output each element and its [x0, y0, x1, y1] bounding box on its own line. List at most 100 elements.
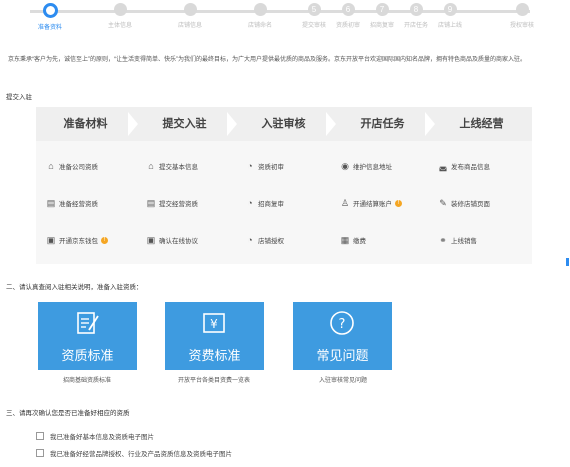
info-badge: ! — [395, 199, 402, 207]
phase-submit: 提交入驻 — [162, 118, 207, 130]
step-marker: 5 — [307, 3, 321, 16]
step-label: 主体信息 — [107, 23, 132, 29]
checkbox[interactable] — [36, 432, 44, 440]
info-badge: ! — [101, 236, 108, 244]
phase-review: 入驻审核 — [261, 118, 306, 130]
process-panel: 准备材料 提交入驻 入驻审核 开店任务 上线经营 ⌂ 准备公司资质 ▤ 准备经营… — [36, 107, 532, 264]
task-decorate-shop: ✎ 装修店铺页面 — [438, 198, 490, 208]
task-label: 准备经营资质 — [59, 201, 98, 208]
card-title: 资费标准 — [188, 348, 241, 363]
task-open-wallet[interactable]: ▣ 开通京东钱包 ! — [46, 235, 108, 245]
card-faq[interactable]: ? 常见问题 — [293, 302, 392, 370]
progress-stepper: 准备资料 主体信息 店铺信息 店铺命名 5 提交审核 6 资质初审 7 招商复审… — [0, 0, 560, 40]
card-qualification-standard[interactable]: 资质标准 — [38, 302, 137, 370]
task-second-review: ◔ 招商复审 — [245, 198, 284, 208]
task-label: 准备公司资质 — [59, 164, 98, 171]
section-title-confirm: 三、请再次确认您是否已准备好相应的资质 — [6, 410, 130, 417]
card-caption[interactable]: 招商基础资质标准 — [22, 375, 152, 384]
location-icon: ◉ — [341, 161, 349, 171]
task-label: 发布商品信息 — [451, 164, 490, 171]
pin-icon: ✎ — [439, 198, 447, 208]
task-label: 招商复审 — [258, 201, 284, 208]
card-fee-standard[interactable]: ¥ 资费标准 — [165, 302, 264, 370]
task-go-online: ⚭ 上线销售 — [438, 235, 477, 245]
step-marker: 8 — [409, 3, 423, 16]
fee-icon: ▦ — [340, 235, 350, 245]
step-label: 店铺上线 — [437, 23, 462, 29]
step-2: 主体信息 — [92, 3, 148, 29]
task-shop-authorize: ◔ 店铺授权 — [245, 235, 284, 245]
scroll-indicator — [566, 258, 569, 266]
task-open-settlement[interactable]: ♙ 开通结算账户 ! — [340, 198, 402, 208]
user-icon: ♙ — [340, 198, 350, 208]
question-icon: ? — [330, 311, 354, 335]
document-edit-icon — [77, 312, 99, 334]
building-icon: ⌂ — [148, 161, 154, 171]
step-label: 授权审核 — [509, 23, 534, 29]
checkbox-basic-info[interactable]: 我已准备好基本信息及资质电子图片 — [36, 431, 154, 441]
check-circle-icon: ◔ — [247, 161, 253, 171]
task-label: 确认在线协议 — [159, 238, 198, 245]
step-marker: 7 — [375, 3, 389, 16]
check-circle-icon: ◔ — [247, 235, 253, 245]
task-label: 维护信息地址 — [353, 164, 392, 171]
building-icon: ⌂ — [48, 161, 54, 171]
step-label: 准备资料 — [37, 25, 62, 31]
phase-shop-tasks: 开店任务 — [360, 118, 405, 130]
task-label: 资质初审 — [258, 164, 284, 171]
task-label: 店铺授权 — [258, 238, 284, 245]
task-label: 提交经营资质 — [159, 201, 198, 208]
agreement-icon: ▣ — [146, 235, 156, 245]
step-9: 9 店铺上线 — [422, 3, 478, 29]
task-initial-review: ◔ 资质初审 — [245, 161, 284, 171]
phase-go-live: 上线经营 — [459, 118, 504, 130]
step-marker — [42, 3, 58, 18]
step-label: 店铺信息 — [177, 23, 202, 29]
task-submit-license: ▤ 提交经营资质 — [146, 198, 198, 208]
step-label: 店铺命名 — [247, 23, 272, 29]
svg-text:¥: ¥ — [210, 317, 218, 331]
step-1: 准备资料 — [22, 3, 78, 31]
step-marker — [113, 3, 127, 16]
phase-bar: 准备材料 提交入驻 入驻审核 开店任务 上线经营 — [36, 107, 532, 141]
checkbox-label: 我已准备好基本信息及资质电子图片 — [50, 434, 154, 441]
yen-icon: ¥ — [203, 313, 225, 333]
document-icon: ▤ — [46, 198, 56, 208]
step-marker — [183, 3, 197, 16]
document-icon: ▤ — [146, 198, 156, 208]
task-label: 装修店铺页面 — [451, 201, 490, 208]
card-title: 常见问题 — [316, 348, 369, 363]
step-3: 店铺信息 — [162, 3, 218, 29]
step-4: 店铺命名 — [232, 3, 288, 29]
step-marker: 9 — [443, 3, 457, 16]
checkbox[interactable] — [36, 449, 44, 457]
task-confirm-agreement: ▣ 确认在线协议 — [146, 235, 198, 245]
step-10: 授权审核 — [494, 3, 550, 29]
task-submit-basic: ⌂ 提交基本信息 — [146, 161, 198, 171]
card-caption[interactable]: 入驻审核常见问题 — [278, 375, 408, 384]
step-marker: 6 — [341, 3, 355, 16]
phase-prepare: 准备材料 — [63, 118, 108, 130]
task-label: 缴费 — [353, 238, 366, 245]
task-prepare-company: ⌂ 准备公司资质 — [46, 161, 98, 171]
task-publish-goods: ◛ 发布商品信息 — [438, 161, 490, 171]
step-marker — [253, 3, 267, 16]
task-prepare-license: ▤ 准备经营资质 — [46, 198, 98, 208]
task-maintain-address: ◉ 维护信息地址 — [340, 161, 392, 171]
svg-text:?: ? — [339, 317, 346, 332]
card-title: 资质标准 — [61, 348, 114, 363]
task-pay-fee: ▦ 缴费 — [340, 235, 366, 245]
step-marker — [515, 3, 529, 16]
wallet-icon: ▣ — [46, 235, 56, 245]
checkbox-brand-license[interactable]: 我已准备好经营品牌授权、行业及产品资质信息及资质电子图片 — [36, 448, 232, 458]
task-label: 提交基本信息 — [159, 164, 198, 171]
checkbox-label: 我已准备好经营品牌授权、行业及产品资质信息及资质电子图片 — [50, 451, 232, 458]
card-caption[interactable]: 开放平台各类目资费一览表 — [149, 375, 279, 384]
check-circle-icon: ◔ — [247, 198, 253, 208]
task-label: 上线销售 — [451, 238, 477, 245]
section-title-submit: 提交入驻 — [6, 94, 32, 101]
intro-paragraph: 京东秉承“客户为先，诚信至上”的原则，“让生活变得简单、快乐”为我们的最终目标，… — [8, 57, 526, 63]
basket-icon: ◛ — [438, 161, 448, 171]
task-label: 开通结算账户 — [353, 201, 392, 208]
task-label: 开通京东钱包 — [59, 238, 98, 245]
